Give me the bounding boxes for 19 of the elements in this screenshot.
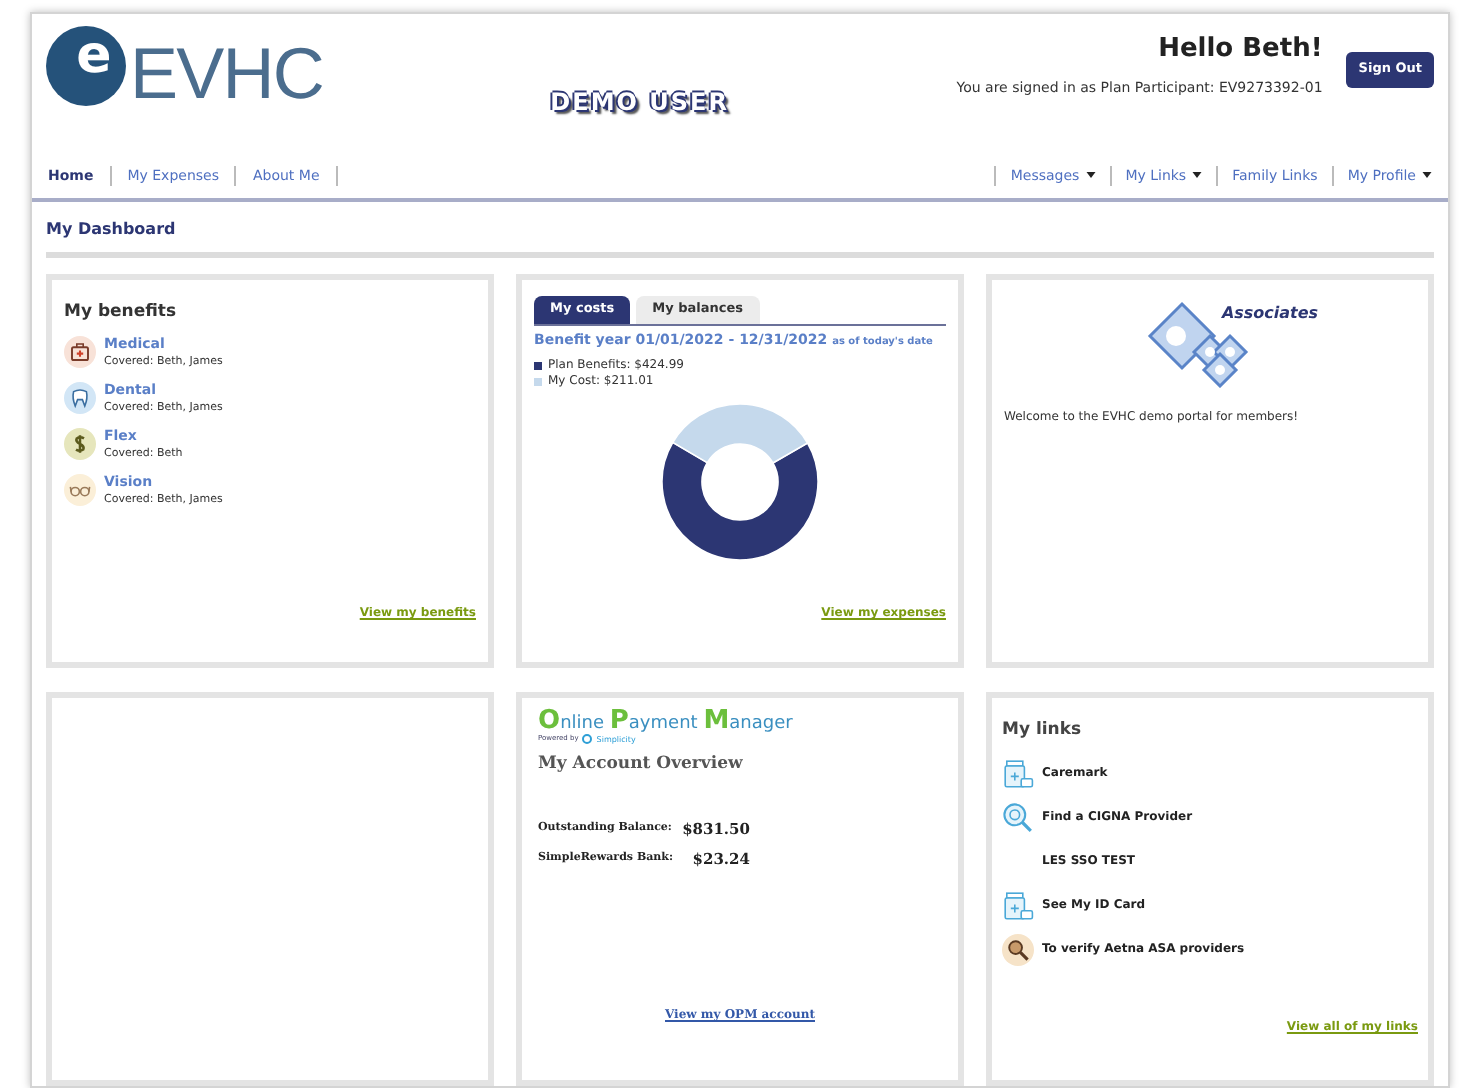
- tooth-icon: [64, 381, 96, 414]
- page-title: My Dashboard: [46, 217, 178, 242]
- logo-text: Associates: [1221, 301, 1319, 326]
- logo-mark: e: [76, 30, 112, 82]
- greeting: Hello Beth!: [1158, 32, 1323, 68]
- card-title: My benefits: [64, 299, 179, 326]
- search-icon: [1002, 801, 1034, 834]
- search-icon: [1002, 933, 1034, 966]
- card-title: My links: [1002, 717, 1084, 744]
- swirl-icon: [582, 734, 593, 745]
- demo-user-label: DEMO USER: [550, 85, 729, 120]
- glasses-icon: [64, 473, 96, 506]
- logo-text: EVHC: [130, 38, 323, 110]
- payment-manager-logo: Online Payment Manager: [538, 707, 795, 734]
- medicine-bottle-icon: [1002, 757, 1034, 790]
- card-title: My Account Overview: [538, 751, 745, 778]
- medical-kit-icon: [64, 335, 96, 368]
- dollar-icon: [64, 427, 96, 460]
- medicine-bottle-icon: [1002, 889, 1034, 922]
